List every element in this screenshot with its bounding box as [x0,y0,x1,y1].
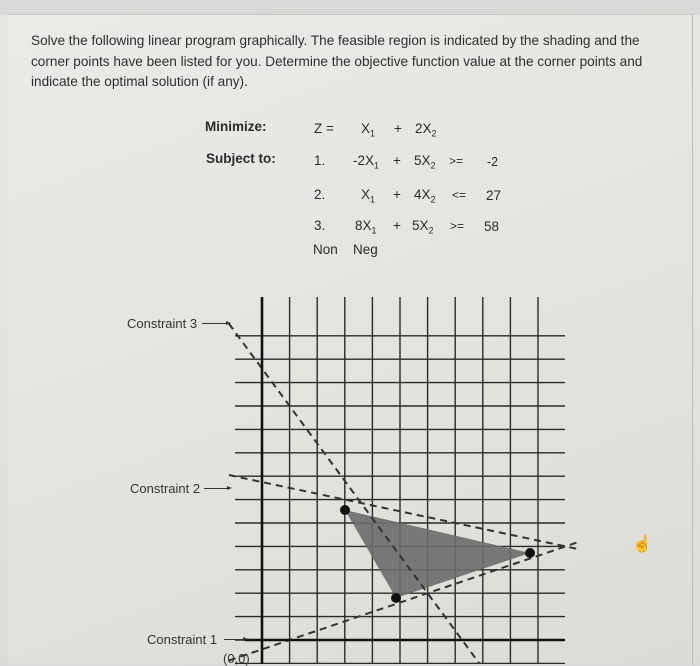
hand-pointer-cursor-icon: ☝ [632,536,652,553]
constraint-2-arrow [204,486,232,490]
constraint-2-label: Constraint 2 [130,481,201,496]
constraint-lines [228,323,580,664]
corner-point [340,505,350,515]
corner-point [525,548,535,558]
constraint-3-label: Constraint 3 [127,316,198,331]
grid [235,297,565,664]
constraint-line [228,323,482,664]
constraint-1-label: Constraint 1 [147,632,218,647]
corner-point [391,593,401,603]
constraint-3-arrow [202,321,231,325]
axes [245,297,565,664]
feasible-region-graph [228,297,580,664]
constraint-1-arrow [224,637,248,641]
